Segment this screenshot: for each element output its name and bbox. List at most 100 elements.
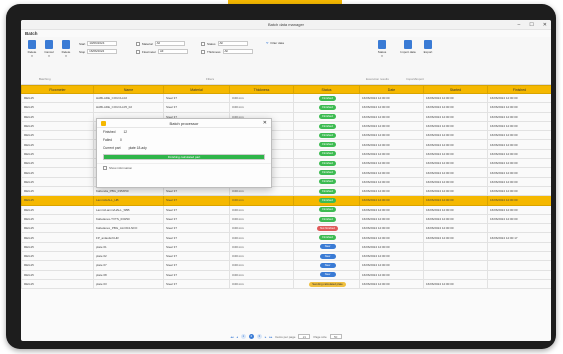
- filter-material-checkbox[interactable]: [136, 41, 140, 46]
- filter-material-label: Material: [142, 41, 153, 46]
- table-cell: 16/06/2024 12:00:00: [487, 195, 551, 206]
- table-row[interactable]: REG15 Lamm/Lamm/HALL_SBB Steel 37 3.00 mm Fi…: [21, 204, 551, 215]
- table-row[interactable]: REG15 plate 03 Steel 37 3.00 mm Sending calc…: [21, 278, 551, 290]
- column-header[interactable]: Name: [93, 85, 164, 94]
- column-header[interactable]: Status: [293, 85, 360, 94]
- table-cell: 16/06/2024 12:00:00: [487, 92, 551, 104]
- filter-start: Start 10/06/2024: [79, 41, 118, 46]
- ribbon-button-delete[interactable]: Delete ▾: [25, 40, 39, 58]
- table-cell: Finished: [293, 102, 360, 113]
- column-header[interactable]: Date: [359, 85, 424, 94]
- table-row[interactable]: REG15 Kabelanex_PBG_ALO/04-NFO Steel 37 3.0…: [21, 223, 551, 234]
- status-badge: Finished: [319, 142, 336, 148]
- filter-end-input[interactable]: 16/06/2024: [87, 49, 118, 54]
- page-size-input[interactable]: 50: [329, 334, 342, 339]
- filter-status: Status All: [201, 41, 248, 46]
- close-icon[interactable]: ✕: [263, 119, 267, 128]
- table-row[interactable]: REG15 plate 07 Steel 37 3.00 mm New 16/06/202…: [21, 260, 551, 271]
- group-label-import-export: Import/Export: [406, 77, 425, 81]
- table-cell: 16/06/2024 12:00:00: [487, 213, 551, 225]
- table-cell: 16/06/2024 12:00:00: [359, 120, 424, 132]
- items-per-page-input[interactable]: 21: [298, 334, 311, 339]
- table-cell: Finished: [293, 130, 360, 141]
- ribbon-button-export[interactable]: Export: [419, 40, 437, 54]
- column-header[interactable]: Started: [423, 85, 488, 94]
- table-cell: Steel 37: [163, 195, 230, 206]
- window-title: Batch data manager: [267, 22, 305, 27]
- table-cell: 16/06/2024 12:00:00: [423, 167, 488, 178]
- table-row[interactable]: REG15 FP_anlaufe/CHR Steel 37 3.00 mm Finish…: [21, 232, 551, 243]
- table-cell: REG15: [21, 139, 94, 150]
- show-information-toggle[interactable]: Show information: [97, 163, 271, 172]
- filter-start-input[interactable]: 10/06/2024: [87, 41, 118, 46]
- page-1[interactable]: 1: [240, 334, 246, 339]
- filter-search-label: Filter data: [270, 41, 284, 45]
- filter-flowmeter: Flowmeter All: [136, 49, 189, 54]
- table-row[interactable]: REG15 plate 02 Steel 37 3.00 mm New 16/06/202…: [21, 251, 551, 262]
- chevron-down-icon: ▾: [48, 54, 50, 58]
- table-cell: plate 02: [93, 251, 164, 262]
- table-row[interactable]: REG15 Kabelanex-TVTS_030/90 Steel 37 3.00 m…: [21, 213, 551, 225]
- status-badge: Finished: [319, 151, 336, 157]
- menu-item-batch[interactable]: Batch: [25, 31, 38, 36]
- table-cell: plate 08: [93, 269, 164, 280]
- table-row[interactable]: REG15 HABLADE_COUCH-02 Steel 37 3.00 mm Fini…: [21, 92, 551, 104]
- table-cell: 16/06/2024 12:00:00: [487, 167, 551, 178]
- table-cell: [487, 269, 551, 280]
- ribbon-button-label: Import data: [400, 50, 416, 54]
- table-row[interactable]: REG15 plate 08 Steel 37 3.00 mm New 16/06/202…: [21, 269, 551, 280]
- table-cell: 16/06/2024 12:00:00: [359, 278, 424, 290]
- filter-material-select[interactable]: All: [154, 41, 185, 46]
- column-header[interactable]: Flowmeter: [21, 85, 94, 94]
- ribbon-button-status[interactable]: Status ▾: [373, 40, 391, 58]
- maximize-icon[interactable]: ☐: [529, 21, 533, 29]
- ribbon-button-cancel[interactable]: Cancel ▾: [42, 40, 56, 58]
- table-cell: 3.00 mm: [229, 269, 294, 280]
- filter-flowmeter-select[interactable]: All: [158, 49, 189, 54]
- minimize-icon[interactable]: –: [518, 21, 521, 29]
- filter-flowmeter-checkbox[interactable]: [136, 49, 140, 54]
- table-cell: REG15: [21, 260, 94, 271]
- table-cell: 16/06/2024 12:00:00: [487, 185, 551, 197]
- first-page-icon[interactable]: ◂◂: [230, 335, 233, 339]
- table-cell: 16/06/2024 12:00:00: [359, 204, 424, 215]
- column-header[interactable]: Thickness: [229, 85, 294, 94]
- column-header[interactable]: Material: [163, 85, 230, 94]
- column-header[interactable]: Finished: [487, 85, 551, 94]
- table-cell: 16/06/2024 12:00:00: [359, 223, 424, 234]
- table-cell: plate 03: [93, 278, 164, 290]
- prev-page-icon[interactable]: ◂: [236, 335, 238, 339]
- table-cell: HABLADE_COUCH-05_02: [93, 102, 164, 113]
- filter-status-checkbox[interactable]: [201, 41, 205, 46]
- table-cell: New: [293, 269, 360, 280]
- next-page-icon[interactable]: ▸: [265, 335, 267, 339]
- export-icon: [424, 40, 432, 49]
- show-information-checkbox[interactable]: [103, 166, 107, 170]
- table-cell: Not finished: [293, 223, 360, 234]
- page-2[interactable]: 2: [248, 334, 254, 339]
- status-badge: Finished: [319, 114, 336, 120]
- status-icon: [378, 40, 386, 49]
- status-badge: Finished: [319, 160, 336, 166]
- table-cell: 16/06/2024 12:00:00: [359, 111, 424, 122]
- table-cell: REG15: [21, 185, 94, 197]
- table-row[interactable]: REG15 Lamm/HALL_HB Steel 37 3.00 mm Finished…: [21, 195, 551, 206]
- filter-search[interactable]: ⛛ Filter data: [266, 41, 284, 45]
- page-size-label: Page size: [313, 334, 327, 339]
- last-page-icon[interactable]: ▸▸: [269, 335, 272, 339]
- table-cell: 16/06/2024 12:00:00: [423, 185, 488, 197]
- filter-thickness-select[interactable]: All: [222, 49, 253, 54]
- filter-thickness-checkbox[interactable]: [201, 49, 205, 54]
- table-cell: 16/06/2024 12:00:17: [487, 232, 551, 243]
- page-3[interactable]: 3: [256, 334, 262, 339]
- table-cell: REG15: [21, 148, 94, 160]
- table-row[interactable]: REG15 HABLADE_COUCH-05_02 Steel 37 3.00 mm F…: [21, 102, 551, 113]
- filter-status-select[interactable]: All: [217, 41, 248, 46]
- group-label-filters: Filters: [206, 77, 215, 81]
- close-icon[interactable]: ✕: [543, 21, 547, 29]
- ribbon-button-import[interactable]: Import data: [399, 40, 417, 54]
- delete-icon: [62, 40, 70, 49]
- ribbon-button-delete-2[interactable]: Delete ▾: [59, 40, 73, 58]
- table-row[interactable]: REG15 plate 01 Steel 37 3.00 mm New 16/06/202…: [21, 241, 551, 253]
- batch-processor-dialog: Batch processor ✕ Finished 12 Failed 0 C…: [96, 118, 272, 188]
